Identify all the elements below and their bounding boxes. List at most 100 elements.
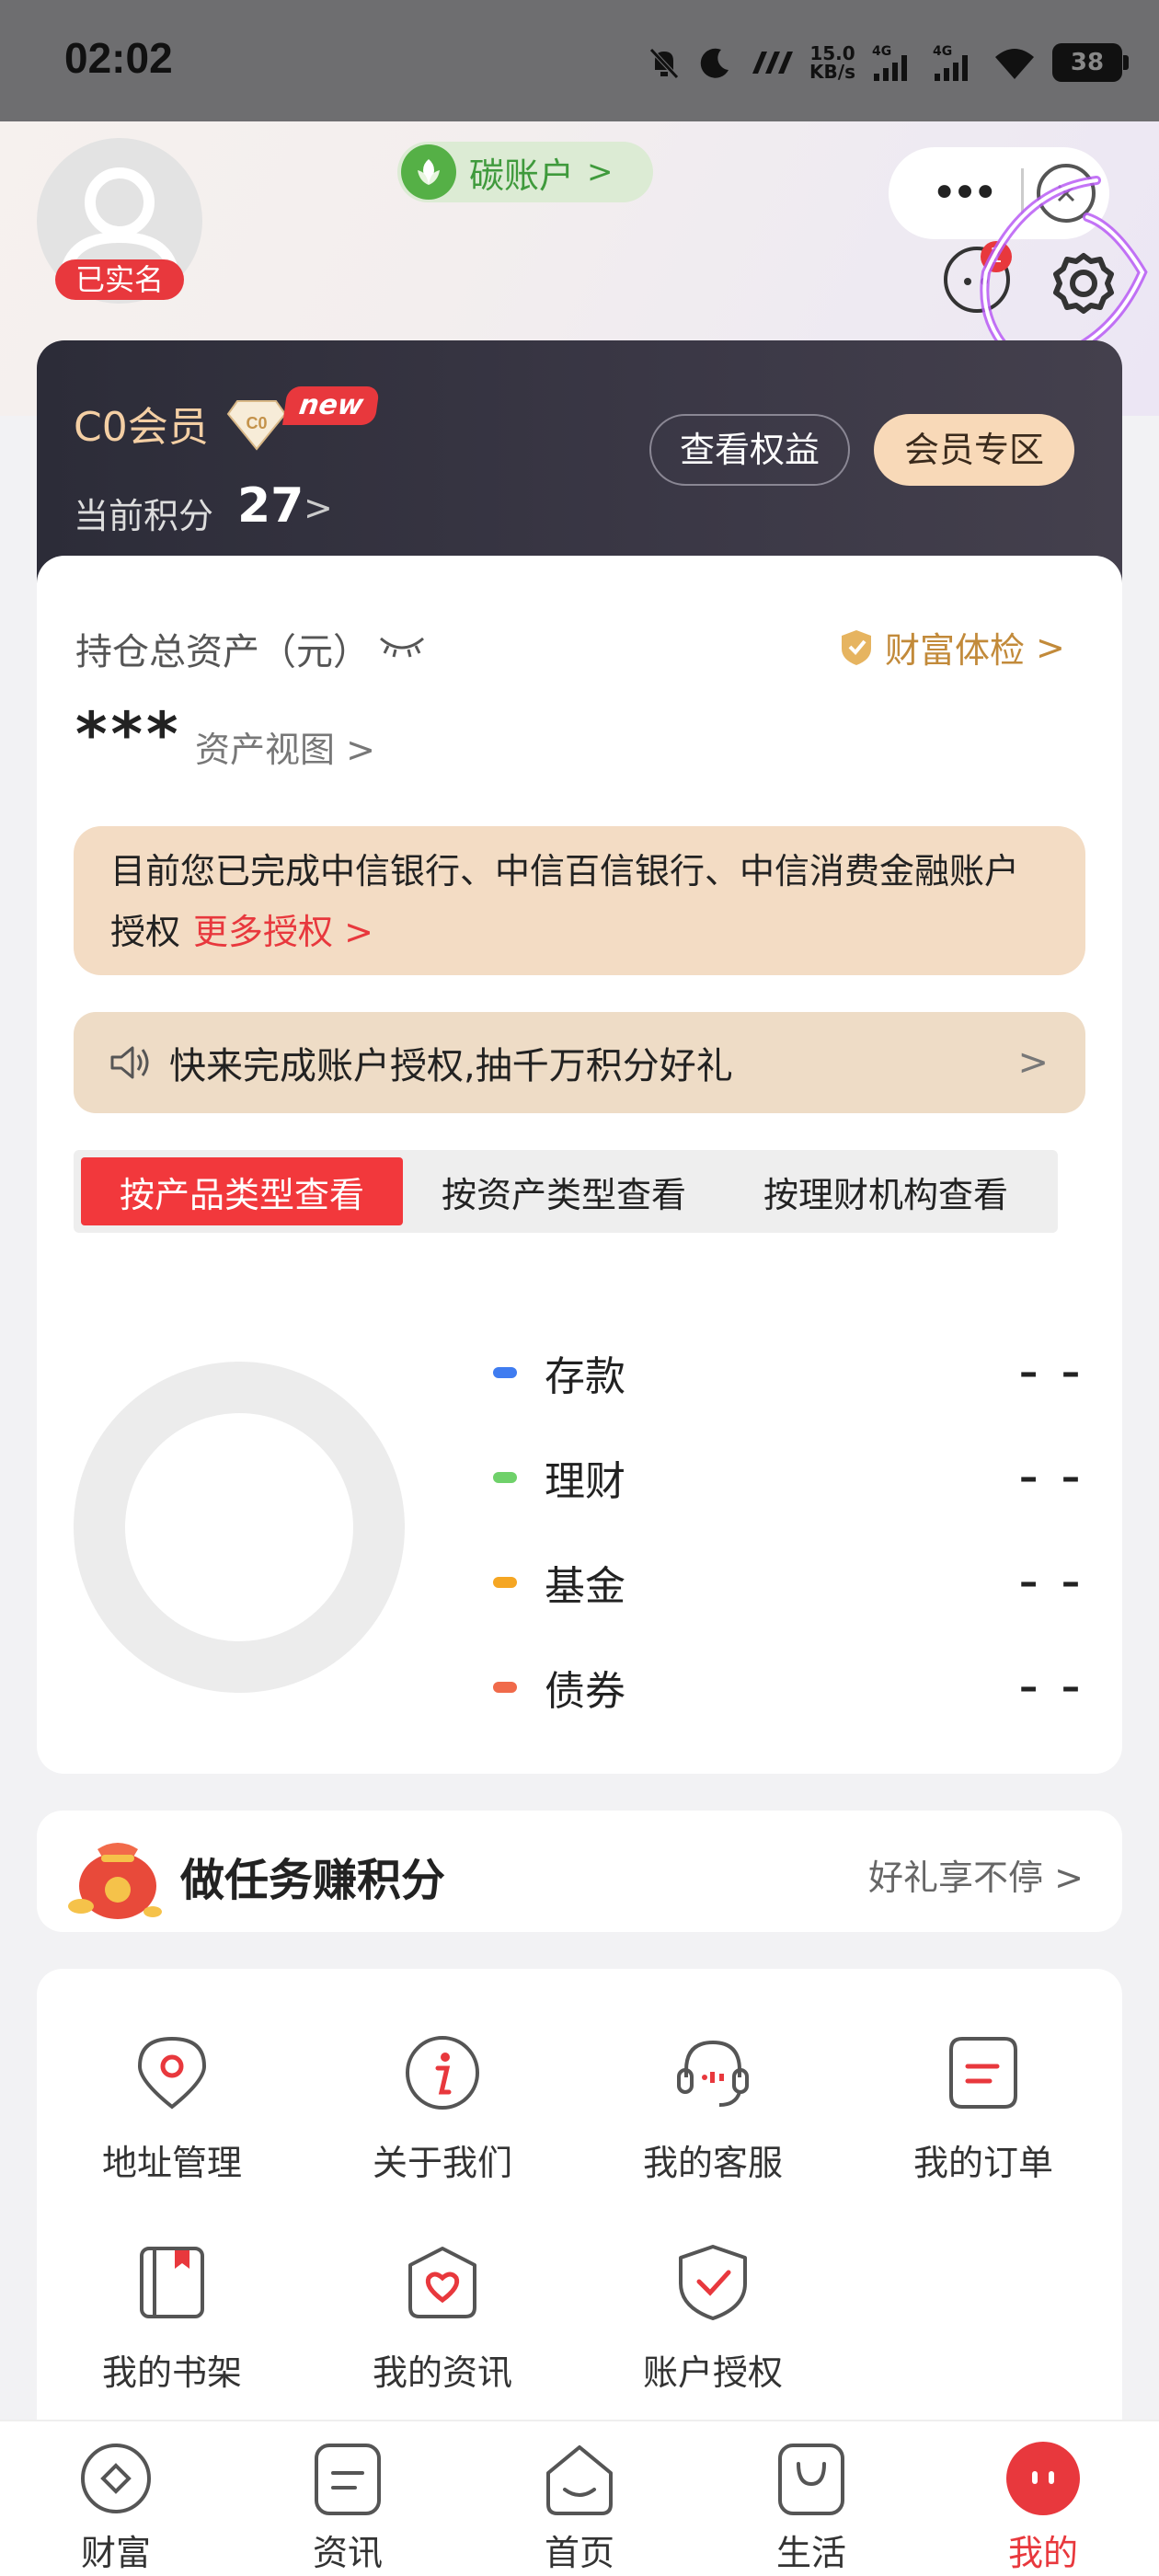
legend-dot bbox=[493, 1682, 517, 1693]
net-speed-value: 15.0 bbox=[809, 42, 855, 64]
service-orders[interactable]: 我的订单 bbox=[878, 2033, 1089, 2217]
service-label: 我的客服 bbox=[642, 2143, 783, 2183]
net-speed-unit: KB/s bbox=[809, 61, 855, 83]
legend-dot bbox=[493, 1367, 517, 1378]
legend-item-fund: 基金 – – bbox=[493, 1555, 1085, 1610]
chevron-right-icon: > bbox=[587, 154, 614, 190]
legend-item-wealth: 理财 – – bbox=[493, 1450, 1085, 1505]
legend-value: – – bbox=[1019, 1561, 1085, 1604]
notice-bar[interactable]: 快来完成账户授权,抽千万积分好礼 > bbox=[74, 1012, 1085, 1113]
nav-mine[interactable]: 我的 bbox=[927, 2421, 1159, 2576]
status-icons: 15.0 KB/s 4G 4G 38 bbox=[646, 33, 1129, 92]
total-assets-value: *** bbox=[75, 699, 182, 770]
chevron-right-icon: > bbox=[1036, 627, 1065, 668]
tab-by-institution[interactable]: 按理财机构查看 bbox=[725, 1157, 1047, 1225]
service-my-news[interactable]: 我的资讯 bbox=[337, 2243, 548, 2427]
nav-wealth[interactable]: 财富 bbox=[0, 2421, 232, 2576]
nav-news[interactable]: 资讯 bbox=[232, 2421, 464, 2576]
member-zone-button[interactable]: 会员专区 bbox=[874, 414, 1074, 486]
legend-label: 理财 bbox=[545, 1458, 625, 1505]
asset-view-link[interactable]: 资产视图 > bbox=[195, 721, 375, 772]
tab-by-product-type[interactable]: 按产品类型查看 bbox=[81, 1157, 403, 1225]
miniapp-capsule: ••• bbox=[889, 147, 1109, 239]
legend-item-deposit: 存款 – – bbox=[493, 1345, 1085, 1400]
member-level: C0会员 bbox=[74, 404, 209, 451]
wifi-icon bbox=[995, 49, 1034, 79]
hd-icon bbox=[752, 52, 794, 74]
nav-label: 我的 bbox=[1007, 2533, 1078, 2573]
more-button[interactable]: ••• bbox=[916, 156, 1008, 230]
bookshelf-icon bbox=[140, 2247, 204, 2318]
wealth-check-label: 财富体检 bbox=[885, 630, 1026, 671]
service-about[interactable]: 关于我们 bbox=[337, 2033, 548, 2217]
legend-value: – – bbox=[1019, 1351, 1085, 1394]
svg-text:C0: C0 bbox=[246, 414, 267, 432]
shield-icon bbox=[842, 629, 871, 665]
service-label: 我的书架 bbox=[101, 2352, 242, 2393]
svg-text:4G: 4G bbox=[872, 44, 891, 59]
message-count-badge: 1 bbox=[981, 241, 1012, 272]
more-authorization-link[interactable]: 更多授权 > bbox=[193, 912, 373, 952]
nav-life[interactable]: 生活 bbox=[695, 2421, 927, 2576]
points-value[interactable]: 27 bbox=[237, 478, 304, 534]
legend-label: 债券 bbox=[545, 1668, 625, 1715]
gear-icon bbox=[1053, 253, 1114, 314]
nav-label: 财富 bbox=[80, 2533, 151, 2573]
service-label: 我的资讯 bbox=[372, 2352, 512, 2393]
legend-dot bbox=[493, 1472, 517, 1483]
service-account-auth[interactable]: 账户授权 bbox=[607, 2243, 819, 2427]
close-button[interactable] bbox=[1037, 164, 1096, 223]
svg-text:4G: 4G bbox=[933, 44, 952, 59]
service-customer[interactable]: 我的客服 bbox=[607, 2033, 819, 2217]
chevron-right-icon[interactable]: > bbox=[304, 488, 333, 528]
service-label: 地址管理 bbox=[101, 2143, 242, 2183]
net-speed: 15.0 KB/s bbox=[809, 44, 855, 81]
location-icon bbox=[137, 2036, 207, 2110]
service-label: 关于我们 bbox=[372, 2143, 512, 2183]
task-link[interactable]: 好礼享不停 > bbox=[868, 1849, 1084, 1900]
service-bookshelf[interactable]: 我的书架 bbox=[66, 2243, 278, 2427]
battery-icon: 38 bbox=[1052, 43, 1129, 82]
signal-icon: 4G bbox=[872, 44, 907, 81]
carbon-account-label: 碳账户 bbox=[469, 155, 575, 196]
assets-donut-chart bbox=[74, 1362, 405, 1693]
legend-label: 存款 bbox=[545, 1353, 625, 1400]
close-icon bbox=[1057, 184, 1075, 202]
asset-view-tabs: 按产品类型查看 按资产类型查看 按理财机构查看 bbox=[74, 1150, 1058, 1233]
verified-badge: 已实名 bbox=[55, 259, 184, 300]
new-badge: new bbox=[282, 386, 380, 425]
settings-button[interactable] bbox=[1047, 247, 1120, 320]
mine-icon bbox=[1006, 2442, 1080, 2515]
authorization-info: 目前您已完成中信银行、中信百信银行、中信消费金融账户授权 更多授权 > bbox=[74, 826, 1085, 975]
leaf-icon bbox=[401, 144, 456, 200]
mute-bell-icon bbox=[649, 48, 679, 79]
nav-home[interactable]: 首页 bbox=[464, 2421, 695, 2576]
service-label: 账户授权 bbox=[642, 2352, 783, 2393]
view-benefits-button[interactable]: 查看权益 bbox=[649, 414, 850, 486]
order-icon bbox=[949, 2037, 1017, 2109]
service-address[interactable]: 地址管理 bbox=[66, 2033, 278, 2217]
wealth-check-link[interactable]: 财富体检 > bbox=[839, 622, 1065, 673]
battery-level: 38 bbox=[1070, 49, 1105, 76]
wealth-icon bbox=[81, 2444, 151, 2513]
carbon-account-button[interactable]: 碳账户 > bbox=[397, 142, 653, 202]
legend-label: 基金 bbox=[545, 1563, 625, 1610]
heart-news-icon bbox=[408, 2247, 476, 2318]
nav-label: 生活 bbox=[775, 2533, 846, 2573]
moon-icon bbox=[700, 48, 729, 78]
status-bar: 02:02 15.0 KB/s 4G 4G 38 bbox=[0, 0, 1159, 121]
news-icon bbox=[315, 2444, 381, 2515]
speaker-icon bbox=[110, 1046, 149, 1079]
bottom-nav: 财富 资讯 首页 生活 我的 bbox=[0, 2420, 1159, 2576]
nav-label: 首页 bbox=[544, 2533, 614, 2573]
notice-text: 快来完成账户授权,抽千万积分好礼 bbox=[169, 1045, 733, 1087]
shield-check-icon bbox=[679, 2245, 747, 2320]
tab-by-asset-type[interactable]: 按资产类型查看 bbox=[403, 1157, 725, 1225]
legend-item-bond: 债券 – – bbox=[493, 1660, 1085, 1715]
chevron-right-icon: > bbox=[1017, 1041, 1049, 1084]
eye-closed-icon[interactable] bbox=[377, 629, 427, 662]
headset-icon bbox=[677, 2040, 749, 2107]
legend-dot bbox=[493, 1577, 517, 1588]
bag-icon bbox=[778, 2444, 844, 2515]
status-time: 02:02 bbox=[64, 34, 173, 82]
